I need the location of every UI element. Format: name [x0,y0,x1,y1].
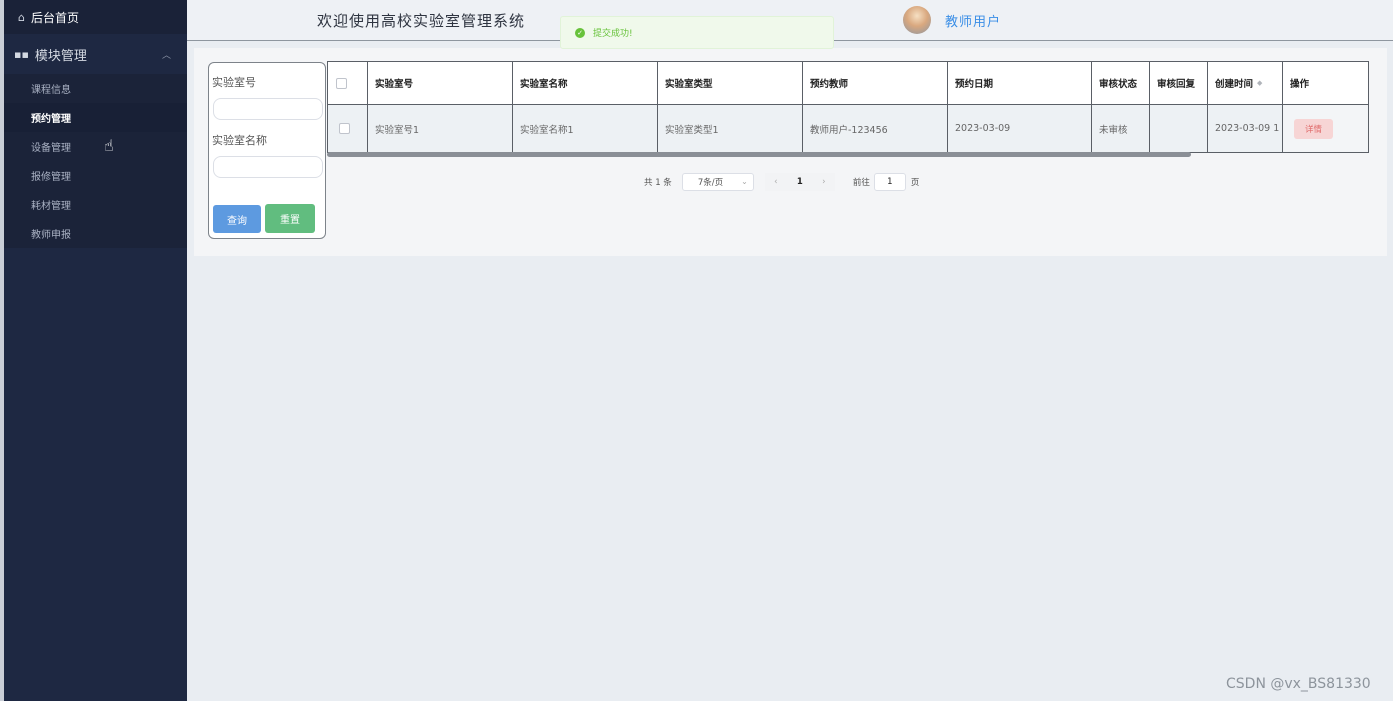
check-circle-icon: ✓ [575,27,585,38]
hand-cursor-icon: ☝ [104,136,114,155]
cell-status: 未审核 [1092,105,1150,152]
lab-no-label: 实验室号 [212,76,256,89]
select-all-checkbox[interactable] [336,77,347,89]
sidebar-item-course-info[interactable]: 课程信息 [4,74,187,103]
page-title: 欢迎使用高校实验室管理系统 [317,12,526,30]
home-icon: ⌂ [18,10,25,24]
pagination-total: 共 1 条 [644,178,672,188]
header-created-label: 创建时间 [1215,79,1254,90]
toast-message: 提交成功! [593,29,633,39]
query-button[interactable]: 查询 [213,205,261,233]
sidebar-submenu: 课程信息 预约管理 设备管理 报修管理 耗材管理 教师申报 [4,74,187,248]
header-teacher: 预约教师 [803,62,948,105]
cell-lab-name: 实验室名称1 [513,105,658,152]
header-created-sortable[interactable]: 创建时间 ◆ [1208,62,1283,105]
sidebar-item-label: 课程信息 [31,85,71,96]
sidebar-item-repair-management[interactable]: 报修管理 [4,161,187,190]
sidebar: ⌂ 后台首页 ▪▪ 模块管理 ︿ 课程信息 预约管理 设备管理 报修管理 耗材管… [4,0,187,701]
header-action: 操作 [1283,62,1368,105]
header-lab-name: 实验室名称 [513,62,658,105]
header-lab-type: 实验室类型 [658,62,803,105]
watermark: CSDN @vx_BS81330 [1226,676,1371,692]
sidebar-item-label: 耗材管理 [31,201,71,212]
table-horizontal-scrollbar[interactable] [327,152,1191,157]
search-form: 实验室号 实验室名称 查询 重置 [208,62,326,239]
sidebar-item-equipment-management[interactable]: 设备管理 [4,132,187,161]
sidebar-item-label: 预约管理 [31,114,71,125]
cell-lab-no: 实验室号1 [368,105,513,152]
sidebar-item-reservation-management[interactable]: 预约管理 [4,103,187,132]
sidebar-item-consumables-management[interactable]: 耗材管理 [4,190,187,219]
cell-created: 2023-03-09 1 [1208,105,1283,152]
sidebar-item-label: 报修管理 [31,172,71,183]
cell-reply [1150,105,1208,152]
lab-no-input[interactable] [213,98,323,120]
sidebar-module-label: 模块管理 [34,48,87,64]
sidebar-item-teacher-declaration[interactable]: 教师申报 [4,219,187,248]
success-toast: ✓ 提交成功! [560,16,834,49]
next-page-button[interactable]: › [812,173,835,191]
cell-teacher: 教师用户-123456 [803,105,948,152]
cell-lab-type: 实验室类型1 [658,105,803,152]
header-lab-no: 实验室号 [368,62,513,105]
page-size-value: 7条/页 [697,178,724,188]
reset-button[interactable]: 重置 [265,204,315,233]
goto-page-input[interactable]: 1 [873,173,906,191]
row-checkbox[interactable] [339,123,350,134]
page-number-current[interactable]: 1 [786,173,813,191]
header-reply: 审核回复 [1150,62,1208,105]
sort-icon[interactable]: ◆ [1257,79,1262,87]
goto-label: 前往 [852,178,870,188]
grid-icon: ▪▪ [14,47,29,61]
cell-date: 2023-03-09 [948,105,1092,152]
chevron-up-icon: ︿ [161,51,171,61]
sidebar-module-group[interactable]: ▪▪ 模块管理 ︿ [4,34,187,74]
chevron-down-icon: ⌄ [741,177,748,186]
avatar[interactable] [903,6,931,34]
pagination: 共 1 条 7条/页 ⌄ ‹ 1 › 前往 1 页 [644,172,919,192]
lab-name-input[interactable] [213,156,323,178]
row-select-cell [328,105,368,152]
reservation-table: 实验室号 实验室名称 实验室类型 预约教师 预约日期 审核状态 审核回复 创建时… [327,61,1369,153]
sidebar-home-label: 后台首页 [30,10,79,25]
header-date: 预约日期 [948,62,1092,105]
page-size-select[interactable]: 7条/页 ⌄ [681,173,754,191]
goto-unit: 页 [910,178,920,188]
sidebar-item-label: 教师申报 [31,230,71,241]
sidebar-home[interactable]: ⌂ 后台首页 [4,0,187,34]
user-name[interactable]: 教师用户 [945,11,1001,30]
sidebar-item-label: 设备管理 [31,143,71,154]
lab-name-label: 实验室名称 [212,134,267,147]
select-all-header [328,62,368,105]
header-status: 审核状态 [1092,62,1150,105]
detail-button[interactable]: 详情 [1294,119,1333,139]
prev-page-button[interactable]: ‹ [764,173,787,191]
